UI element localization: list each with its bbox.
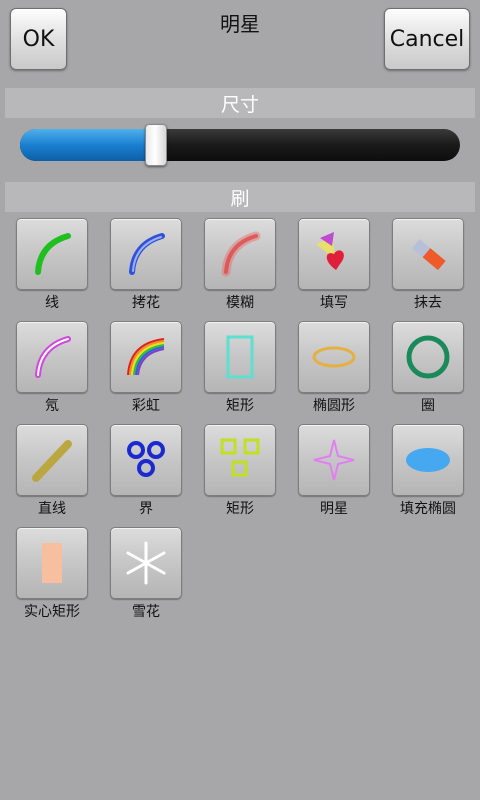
brush-label: 氖 bbox=[45, 398, 59, 414]
brush-label: 彩虹 bbox=[132, 398, 160, 414]
brush-label: 圈 bbox=[421, 398, 435, 414]
brush-item-emboss[interactable]: 拷花 bbox=[110, 218, 182, 312]
green-arc-icon bbox=[35, 233, 71, 275]
neon-arc-icon bbox=[35, 336, 71, 378]
brush-item-squares[interactable]: 矩形 bbox=[204, 424, 276, 518]
brush-item-star[interactable]: 明星 bbox=[298, 424, 370, 518]
filled-rectangle-icon bbox=[42, 543, 62, 583]
brush-item-ellipse[interactable]: 椭圆形 bbox=[298, 321, 370, 415]
rectangle-icon bbox=[226, 335, 254, 379]
rainbow-icon bbox=[127, 338, 165, 376]
brush-item-erase[interactable]: 抹去 bbox=[392, 218, 464, 312]
brush-label: 界 bbox=[139, 501, 153, 517]
star-icon bbox=[313, 439, 355, 481]
squares-icon bbox=[220, 438, 260, 477]
size-section-header: 尺寸 bbox=[5, 88, 475, 118]
brush-item-straight-line[interactable]: 直线 bbox=[16, 424, 88, 518]
brush-label: 抹去 bbox=[414, 295, 442, 311]
brush-label: 雪花 bbox=[132, 604, 160, 620]
eraser-icon bbox=[411, 239, 446, 271]
blurred-red-arc-icon bbox=[221, 231, 261, 277]
brush-item-neon[interactable]: 氖 bbox=[16, 321, 88, 415]
brush-item-snowflake[interactable]: 雪花 bbox=[110, 527, 182, 621]
brush-label: 椭圆形 bbox=[313, 398, 355, 414]
brush-item-line[interactable]: 线 bbox=[16, 218, 88, 312]
brush-section-header: 刷 bbox=[5, 182, 475, 212]
brush-item-rainbow[interactable]: 彩虹 bbox=[110, 321, 182, 415]
brush-label: 矩形 bbox=[226, 501, 254, 517]
straight-line-icon bbox=[32, 440, 72, 482]
blue-arc-icon bbox=[129, 233, 165, 275]
brush-item-rectangle[interactable]: 矩形 bbox=[204, 321, 276, 415]
snowflake-icon bbox=[126, 541, 166, 585]
ellipse-icon bbox=[312, 346, 356, 368]
brush-item-blur[interactable]: 模糊 bbox=[204, 218, 276, 312]
circle-icon bbox=[406, 335, 450, 379]
brush-item-filled-rectangle[interactable]: 实心矩形 bbox=[16, 527, 88, 621]
slider-fill bbox=[20, 129, 157, 161]
brush-label: 实心矩形 bbox=[24, 604, 80, 620]
filled-ellipse-icon bbox=[406, 448, 450, 472]
brush-label: 矩形 bbox=[226, 398, 254, 414]
brush-label: 直线 bbox=[38, 501, 66, 517]
cancel-button[interactable]: Cancel bbox=[384, 8, 470, 70]
brush-label: 填充椭圆 bbox=[400, 501, 456, 517]
fill-heart-icon bbox=[316, 232, 344, 270]
brush-item-filled-ellipse[interactable]: 填充椭圆 bbox=[392, 424, 464, 518]
size-slider[interactable] bbox=[20, 124, 460, 166]
brush-item-circle[interactable]: 圈 bbox=[392, 321, 464, 415]
slider-thumb[interactable] bbox=[145, 124, 168, 166]
brush-label: 线 bbox=[45, 295, 59, 311]
brush-label: 模糊 bbox=[226, 295, 254, 311]
brush-item-fill[interactable]: 填写 bbox=[298, 218, 370, 312]
brush-item-rings[interactable]: 界 bbox=[110, 424, 182, 518]
brush-label: 填写 bbox=[320, 295, 348, 311]
brush-label: 明星 bbox=[320, 501, 348, 517]
rings-icon bbox=[127, 441, 165, 477]
brush-label: 拷花 bbox=[132, 295, 160, 311]
